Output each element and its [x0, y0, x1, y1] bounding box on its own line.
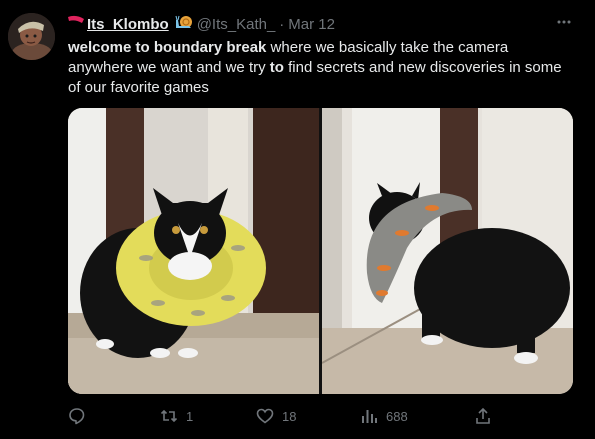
display-name[interactable]: Its_Klombo [87, 16, 169, 33]
repost-button[interactable]: 1 [160, 406, 193, 426]
photo-right[interactable] [322, 108, 573, 394]
repost-count: 1 [186, 408, 194, 424]
tweet-text-bold-2: to [269, 59, 284, 76]
tweet[interactable]: Its_Klombo @Its_Kath_ · Mar 12 welcome t… [0, 0, 595, 439]
handle[interactable]: @Its_Kath_ [197, 16, 276, 33]
media-grid[interactable] [68, 108, 573, 394]
snail-emoji-icon [175, 14, 193, 34]
like-count: 18 [282, 408, 297, 424]
reply-button[interactable] [68, 406, 94, 426]
photo-left[interactable] [68, 108, 319, 394]
like-button[interactable]: 18 [256, 406, 296, 426]
avatar[interactable] [8, 13, 55, 60]
separator-dot: · [279, 15, 285, 33]
share-button[interactable] [474, 406, 492, 426]
repost-icon [160, 407, 178, 425]
more-horizontal-icon[interactable] [556, 14, 572, 30]
heart-icon [256, 407, 274, 425]
tweet-header: Its_Klombo @Its_Kath_ · Mar 12 [67, 14, 335, 34]
tweet-text: welcome to boundary break where we basic… [68, 38, 573, 98]
post-date[interactable]: Mar 12 [288, 16, 335, 33]
views-button[interactable]: 688 [360, 406, 408, 426]
views-icon [360, 407, 378, 425]
flag-icon [67, 15, 85, 33]
share-icon [474, 407, 492, 425]
action-bar: 1 18 688 [68, 406, 498, 426]
views-count: 688 [386, 408, 408, 424]
reply-icon [68, 407, 86, 425]
tweet-text-bold-1: welcome to boundary break [68, 39, 267, 56]
